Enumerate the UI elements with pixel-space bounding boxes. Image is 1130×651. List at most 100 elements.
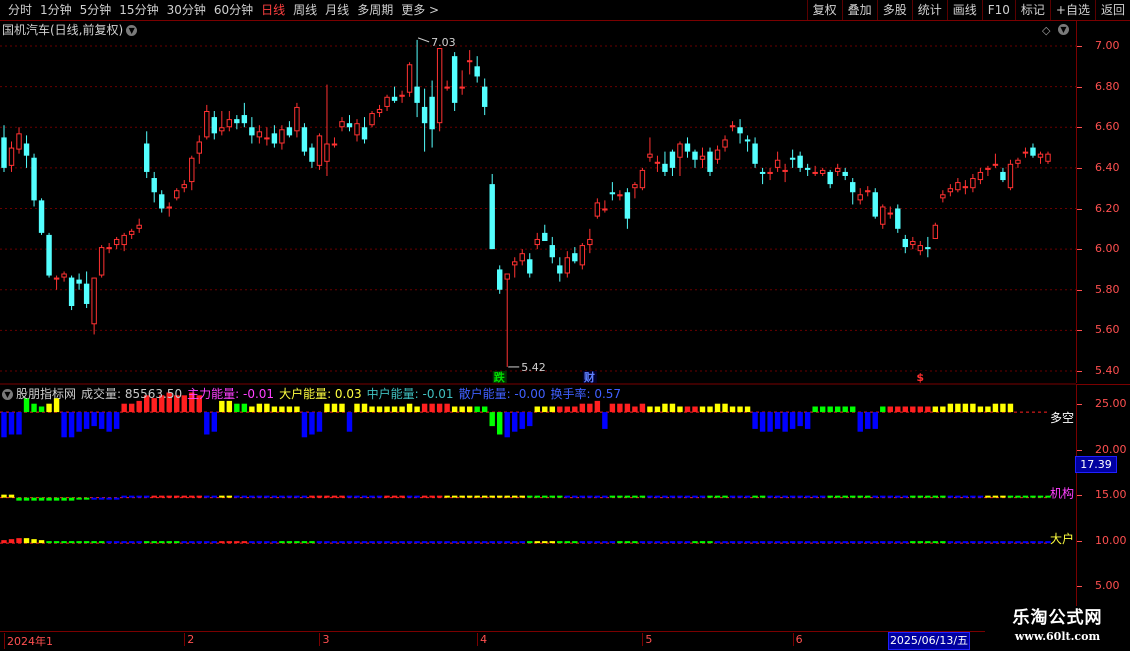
- indicator-bar: [880, 406, 886, 413]
- indicator-bar: [804, 495, 811, 498]
- indicator-bar: [376, 495, 383, 498]
- indicator-bar: [962, 403, 969, 413]
- tool-button-8[interactable]: 返回: [1094, 0, 1130, 20]
- indicator-bar: [707, 541, 713, 544]
- chevron-down-icon[interactable]: ▼: [2, 389, 13, 400]
- indicator-bar: [910, 406, 916, 413]
- candle: [594, 198, 601, 219]
- indicator-bar: [339, 541, 345, 544]
- candle: [46, 232, 52, 278]
- indicator-bar: [789, 541, 796, 544]
- candle-body: [842, 171, 848, 176]
- candle: [474, 56, 480, 83]
- indicator-bar: [917, 495, 924, 498]
- indicator-bar: [677, 495, 683, 498]
- circle-chevron-icon[interactable]: ▼: [1058, 22, 1069, 36]
- candle-body: [782, 169, 788, 172]
- candle: [752, 137, 758, 168]
- candle-body: [128, 230, 135, 235]
- indicator-bar: [1007, 495, 1014, 498]
- candle: [241, 102, 248, 128]
- kline-chart[interactable]: 7.03 5.42 跌 财 $ 多空机构大户: [0, 0, 1076, 631]
- indicator-bar: [219, 495, 225, 498]
- candle: [729, 121, 736, 132]
- candle: [489, 173, 495, 250]
- candle-body: [504, 273, 510, 280]
- indicator-bar: [955, 403, 961, 413]
- candle: [1022, 147, 1029, 158]
- indicator-bar: [466, 495, 473, 498]
- indicator-row-label: 机构: [1050, 486, 1074, 501]
- candle: [512, 257, 518, 278]
- indicator-bar: [68, 412, 75, 438]
- indicator-bar: [797, 495, 803, 498]
- candle-body: [1022, 151, 1029, 154]
- indicator-bar: [369, 541, 375, 544]
- candle: [181, 180, 187, 193]
- candle-body: [106, 247, 112, 250]
- candle: [684, 137, 691, 158]
- indicator-bar: [774, 495, 781, 498]
- date-label: 5: [642, 633, 652, 646]
- candle: [722, 135, 728, 152]
- candle: [16, 127, 22, 154]
- diamond-icon[interactable]: ◇: [1042, 24, 1050, 37]
- indicator-bar: [729, 406, 736, 413]
- candle: [932, 222, 939, 239]
- indicator-bar: [684, 495, 691, 498]
- candle: [895, 204, 901, 233]
- indicator-bar: [429, 495, 435, 498]
- indicator-bar: [579, 403, 586, 413]
- candle-body: [241, 115, 248, 124]
- indicator-bar: [23, 538, 30, 544]
- indicator-bar: [925, 406, 931, 413]
- candle: [564, 251, 571, 278]
- candle-body: [474, 66, 480, 77]
- indicator-bar: [977, 495, 984, 498]
- candle: [339, 117, 345, 132]
- indicator-bar: [947, 495, 954, 498]
- indicator-bar: [219, 541, 225, 544]
- indicator-bar: [384, 541, 390, 544]
- indicator-bar: [759, 495, 766, 498]
- candle: [1, 125, 7, 172]
- candle: [602, 200, 608, 213]
- indicator-bar: [602, 541, 608, 544]
- candle-body: [151, 178, 157, 193]
- indicator-bar: [549, 541, 555, 544]
- indicator-bar: [962, 541, 969, 544]
- event-tag-2: $: [915, 371, 930, 384]
- indicator-bar: [466, 406, 473, 413]
- candle: [264, 127, 270, 146]
- indicator-bar: [639, 403, 646, 413]
- indicator-bar: [925, 495, 931, 498]
- candle: [91, 277, 97, 335]
- candle-body: [729, 125, 736, 128]
- indicator-bar: [384, 406, 390, 413]
- indicator-field-0: 成交量: 85563.50: [81, 387, 183, 401]
- indicator-bar: [196, 495, 202, 498]
- candle: [436, 48, 443, 132]
- indicator-bar: [947, 403, 954, 413]
- indicator-bar: [557, 406, 563, 413]
- candle: [1037, 151, 1044, 164]
- indicator-bar: [53, 497, 60, 501]
- candle-body: [722, 139, 728, 148]
- candle-body: [910, 241, 916, 246]
- indicator-bar: [992, 403, 999, 413]
- candle: [699, 147, 706, 168]
- indicator-bar: [752, 541, 758, 544]
- indicator-bar: [527, 495, 533, 498]
- indicator-bar: [91, 412, 97, 427]
- indicator-bar: [151, 495, 157, 498]
- indicator-bar: [714, 541, 721, 544]
- indicator-bar: [354, 403, 360, 413]
- indicator-bar: [789, 495, 796, 498]
- indicator-bar: [527, 541, 533, 544]
- indicator-bar: [421, 403, 428, 413]
- indicator-bar: [827, 406, 833, 413]
- price-tick: [1077, 330, 1082, 332]
- indicator-bar: [617, 403, 623, 413]
- indicator-bar: [895, 406, 901, 413]
- candle: [504, 273, 510, 367]
